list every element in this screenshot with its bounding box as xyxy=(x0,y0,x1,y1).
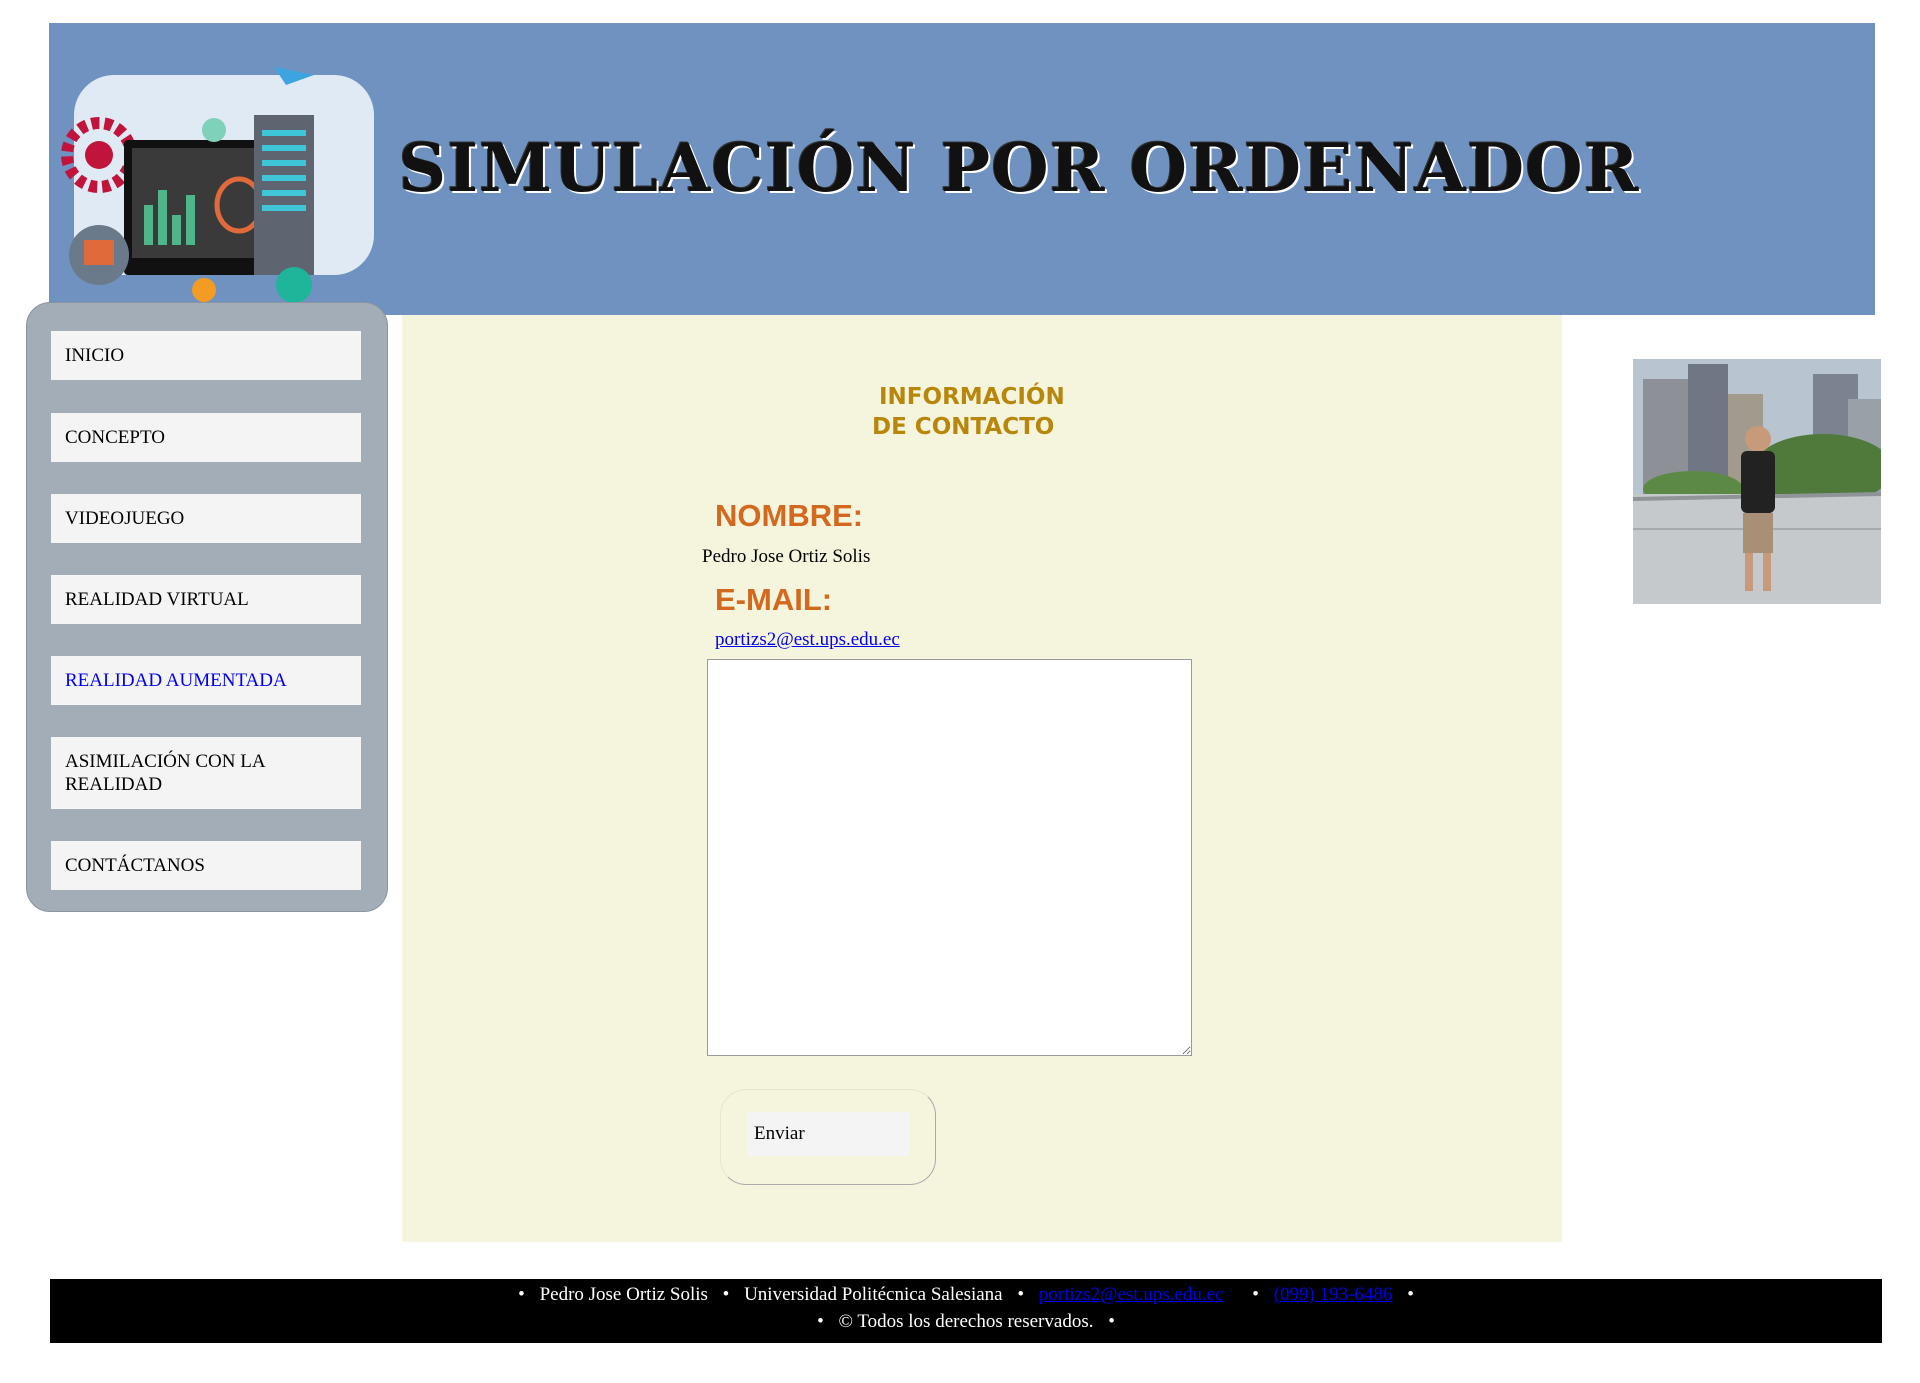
sidebar-item-realidad-virtual[interactable]: REALIDAD VIRTUAL xyxy=(51,575,361,624)
footer-university: Universidad Politécnica Salesiana xyxy=(744,1284,1003,1305)
sidebar-item-asimilacion[interactable]: ASIMILACIÓN CON LA REALIDAD xyxy=(51,737,361,809)
footer-phone-link[interactable]: (099) 193-6486 xyxy=(1274,1284,1393,1305)
site-title: SIMULACIÓN POR ORDENADOR xyxy=(398,129,1640,207)
name-value: Pedro Jose Ortiz Solis xyxy=(702,546,871,567)
sidebar-item-inicio[interactable]: INICIO xyxy=(51,331,361,380)
email-link[interactable]: portizs2@est.ups.edu.ec xyxy=(715,629,900,651)
contact-heading: INFORMACIÓN DE CONTACTO xyxy=(872,382,1172,442)
profile-photo xyxy=(1633,359,1881,604)
message-textarea[interactable] xyxy=(707,659,1192,1056)
sidebar-item-contactanos[interactable]: CONTÁCTANOS xyxy=(51,841,361,890)
send-button[interactable]: Enviar xyxy=(747,1112,909,1156)
sidebar-item-concepto[interactable]: CONCEPTO xyxy=(51,413,361,462)
sidebar-nav: INICIO CONCEPTO VIDEOJUEGO REALIDAD VIRT… xyxy=(26,302,388,912)
footer-copyright: © Todos los derechos reservados. xyxy=(838,1311,1094,1332)
send-button-frame: Enviar xyxy=(720,1089,936,1185)
heading-line-2: DE CONTACTO xyxy=(872,414,1055,440)
site-header: SIMULACIÓN POR ORDENADOR xyxy=(49,23,1875,315)
footer-email-link[interactable]: portizs2@est.ups.edu.ec xyxy=(1039,1284,1224,1305)
name-label: NOMBRE: xyxy=(715,498,864,533)
logo-illustration-icon xyxy=(61,67,374,303)
footer-name: Pedro Jose Ortiz Solis xyxy=(539,1284,708,1305)
sidebar-item-videojuego[interactable]: VIDEOJUEGO xyxy=(51,494,361,543)
site-footer: • Pedro Jose Ortiz Solis • Universidad P… xyxy=(50,1279,1882,1343)
sidebar-item-realidad-aumentada[interactable]: REALIDAD AUMENTADA xyxy=(51,656,361,705)
email-label: E-MAIL: xyxy=(715,582,833,617)
heading-line-1: INFORMACIÓN xyxy=(879,384,1065,410)
main-content: INFORMACIÓN DE CONTACTO NOMBRE: Pedro Jo… xyxy=(402,315,1562,1242)
